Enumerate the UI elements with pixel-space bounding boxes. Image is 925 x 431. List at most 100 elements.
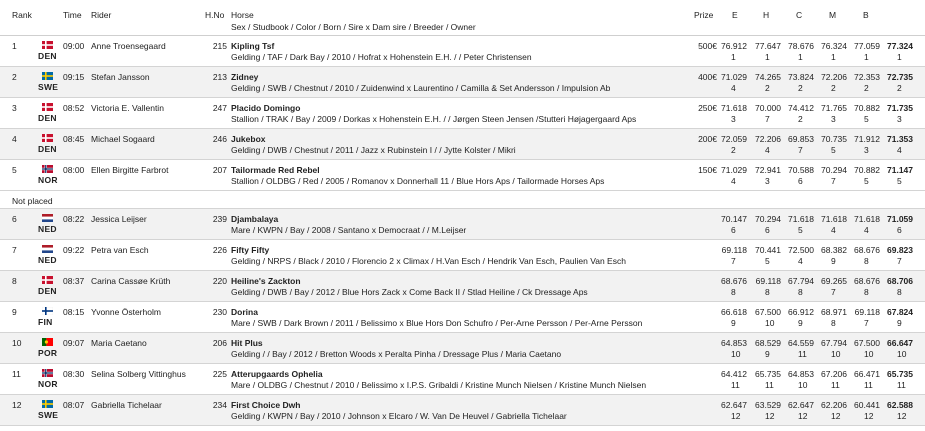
head-number: 215 [212, 41, 227, 51]
judge-rank: 1 [798, 52, 803, 62]
nation-code: NED [38, 255, 57, 265]
judge-score: 68.676 [854, 245, 880, 255]
table-row[interactable]: 6 NED 08:22 Jessica Leijser 239 Djambalaya Mar… [0, 209, 925, 240]
table-row[interactable]: 2 SWE 09:15 Stefan Jansson 213 Zidney Gelding … [0, 67, 925, 98]
table-row[interactable]: 8 DEN 08:37 Carina Cassøe Krüth 220 Heiline's… [0, 271, 925, 302]
header-time: Time [63, 10, 82, 20]
table-row[interactable]: 1 DEN 09:00 Anne Troensegaard 215 Kipling Tsf… [0, 36, 925, 67]
judge-rank: 7 [831, 176, 836, 186]
judge-rank: 9 [831, 256, 836, 266]
judge-rank: 3 [864, 145, 869, 155]
rider-name: Carina Cassøe Krüth [91, 276, 171, 286]
flag-nor-icon [42, 369, 53, 377]
judge-score: 76.324 [821, 41, 847, 51]
judge-score: 74.265 [755, 72, 781, 82]
rank-cell: 11 [12, 369, 21, 379]
total-score: 71.735 [887, 103, 913, 113]
judge-rank: 3 [765, 176, 770, 186]
judge-rank: 5 [798, 225, 803, 235]
nation-code: NED [38, 224, 57, 234]
judge-score: 77.059 [854, 41, 880, 51]
flag-por-icon [42, 338, 53, 346]
total-rank: 3 [897, 114, 902, 124]
judge-rank: 11 [831, 380, 840, 390]
horse-name: Placido Domingo [231, 103, 301, 113]
start-time: 08:07 [63, 400, 85, 410]
judge-score: 64.412 [721, 369, 747, 379]
total-rank: 6 [897, 225, 902, 235]
table-row[interactable]: 5 NOR 08:00 Ellen Birgitte Farbrot 207 Tailor… [0, 160, 925, 191]
judge-rank: 12 [864, 411, 874, 421]
judge-rank: 2 [731, 145, 736, 155]
judge-score: 73.824 [788, 72, 814, 82]
flag-den-icon [42, 41, 53, 49]
rider-name: Petra van Esch [91, 245, 149, 255]
judge-score: 70.294 [755, 214, 781, 224]
judge-score: 70.882 [854, 165, 880, 175]
table-row[interactable]: 9 FIN 08:15 Yvonne Österholm 230 Dorina Mare /… [0, 302, 925, 333]
judge-rank: 6 [798, 176, 803, 186]
judge-score: 68.971 [821, 307, 847, 317]
table-row[interactable]: 7 NED 09:22 Petra van Esch 226 Fifty Fifty Gel… [0, 240, 925, 271]
judge-score: 69.118 [854, 307, 880, 317]
table-header: Rank Time Rider H.No Horse Sex / Studboo… [0, 0, 925, 36]
rank-cell: 6 [12, 214, 17, 224]
flag-swe-icon [42, 72, 53, 80]
horse-name: Zidney [231, 72, 259, 82]
total-score: 71.059 [887, 214, 913, 224]
judge-rank: 8 [831, 318, 836, 328]
header-judge-h: H [763, 10, 770, 20]
flag-den-icon [42, 134, 53, 142]
judge-rank: 2 [864, 83, 869, 93]
table-row[interactable]: 10 POR 09:07 Maria Caetano 206 Hit Plus Geldin… [0, 333, 925, 364]
table-row[interactable]: 12 SWE 08:07 Gabriella Tichelaar 234 First Ch… [0, 395, 925, 426]
judge-score: 72.206 [821, 72, 847, 82]
judge-score: 63.529 [755, 400, 781, 410]
total-score: 66.647 [887, 338, 913, 348]
judge-rank: 8 [765, 287, 770, 297]
total-rank: 9 [897, 318, 902, 328]
judge-score: 62.206 [821, 400, 847, 410]
total-rank: 10 [897, 349, 907, 359]
judge-score: 72.059 [721, 134, 747, 144]
table-row[interactable]: 4 DEN 08:45 Michael Sogaard 246 Jukebox Geldin… [0, 129, 925, 160]
judge-score: 69.265 [821, 276, 847, 286]
table-row[interactable]: 3 DEN 08:52 Victoria E. Vallentin 247 Placido… [0, 98, 925, 129]
judge-rank: 1 [831, 52, 836, 62]
judge-rank: 6 [731, 225, 736, 235]
nation-code: POR [38, 348, 58, 358]
table-row[interactable]: 11 NOR 08:30 Selina Solberg Vittinghus 225 At… [0, 364, 925, 395]
head-number: 239 [212, 214, 227, 224]
judge-rank: 4 [798, 256, 803, 266]
start-time: 08:52 [63, 103, 85, 113]
total-score: 68.706 [887, 276, 913, 286]
start-time: 08:22 [63, 214, 85, 224]
judge-rank: 9 [765, 349, 770, 359]
judge-rank: 7 [864, 318, 869, 328]
judge-rank: 6 [765, 225, 770, 235]
rider-name: Yvonne Österholm [91, 307, 161, 317]
horse-name: Atterupgaards Ophelia [231, 369, 323, 379]
start-time: 08:45 [63, 134, 85, 144]
judge-rank: 4 [831, 225, 836, 235]
horse-name: Djambalaya [231, 214, 279, 224]
judge-score: 62.647 [721, 400, 747, 410]
judge-rank: 5 [864, 176, 869, 186]
judge-rank: 2 [831, 83, 836, 93]
judge-score: 64.853 [721, 338, 747, 348]
rank-cell: 3 [12, 103, 17, 113]
header-prize: Prize [694, 10, 714, 20]
judge-score: 62.647 [788, 400, 814, 410]
rank-cell: 5 [12, 165, 17, 175]
judge-rank: 12 [798, 411, 808, 421]
judge-rank: 3 [831, 114, 836, 124]
judge-rank: 12 [731, 411, 741, 421]
horse-name: Heiline's Zackton [231, 276, 301, 286]
judge-rank: 1 [864, 52, 869, 62]
rider-name: Victoria E. Vallentin [91, 103, 164, 113]
judge-rank: 10 [831, 349, 841, 359]
horse-details: Gelding / TAF / Dark Bay / 2010 / Hofrat… [231, 52, 532, 62]
judge-score: 70.441 [755, 245, 781, 255]
judge-score: 72.941 [755, 165, 781, 175]
rank-cell: 12 [12, 400, 22, 410]
